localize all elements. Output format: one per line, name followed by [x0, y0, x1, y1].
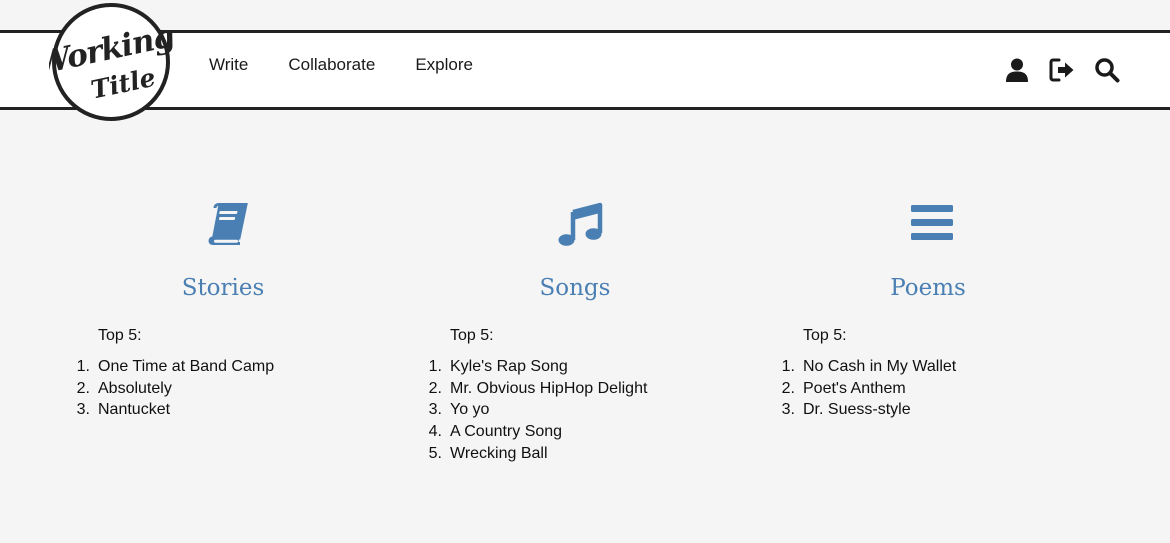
list-item: 4. A Country Song: [420, 421, 647, 443]
stories-top-list: 1. One Time at Band Camp 2. Absolutely 3. N…: [68, 356, 274, 421]
navbar: Write Collaborate Explore: [0, 30, 1170, 110]
list-item-label[interactable]: Nantucket: [98, 399, 170, 421]
list-item-number: 2.: [428, 379, 442, 397]
list-item-label[interactable]: Mr. Obvious HipHop Delight: [450, 378, 647, 400]
poems-top-label: Top 5:: [803, 327, 847, 344]
list-item-label[interactable]: Poet's Anthem: [803, 378, 906, 400]
list-item-number: 5.: [428, 444, 442, 462]
poems-top-list: 1. No Cash in My Wallet 2. Poet's Anthem 3…: [773, 356, 957, 421]
music-icon[interactable]: [557, 200, 605, 248]
stories-title[interactable]: Stories: [123, 275, 323, 301]
list-item-label[interactable]: Dr. Suess-style: [803, 399, 911, 421]
list-item-number: 1.: [76, 358, 90, 375]
search-icon[interactable]: [1094, 57, 1120, 83]
list-item: 3. Nantucket: [68, 399, 274, 421]
nav-link-explore[interactable]: Explore: [415, 56, 473, 73]
songs-top-label: Top 5:: [450, 327, 494, 344]
nav-link-collaborate[interactable]: Collaborate: [288, 56, 375, 73]
sign-out-icon[interactable]: [1049, 57, 1075, 83]
list-item: 2. Mr. Obvious HipHop Delight: [420, 378, 648, 400]
list-item: 3. Dr. Suess-style: [773, 399, 956, 421]
list-item-label[interactable]: Wrecking Ball: [450, 443, 548, 465]
list-item-number: 3.: [781, 401, 795, 419]
songs-title[interactable]: Songs: [475, 275, 675, 301]
list-item-number: 2.: [76, 379, 90, 397]
poems-title[interactable]: Poems: [828, 275, 1028, 301]
book-icon[interactable]: [205, 200, 253, 248]
list-item-number: 1.: [428, 358, 442, 375]
songs-top-list: 1. Kyle's Rap Song 2. Mr. Obvious HipHop D…: [420, 356, 648, 465]
nav-link-write[interactable]: Write: [209, 56, 248, 73]
list-item-number: 3.: [428, 401, 442, 419]
list-item-label[interactable]: No Cash in My Wallet: [803, 356, 956, 378]
user-icon[interactable]: [1004, 57, 1030, 83]
category-columns: Stories Top 5: 1. One Time at Band Camp 2…: [0, 110, 1170, 543]
list-item-label[interactable]: One Time at Band Camp: [98, 356, 274, 378]
list-item-label[interactable]: Yo yo: [450, 399, 489, 421]
list-item: 3. Yo yo: [420, 399, 647, 421]
list-item-number: 3.: [76, 401, 90, 419]
nav-links: Write Collaborate Explore: [209, 33, 513, 107]
nav-icons: [985, 57, 1120, 83]
list-item-label[interactable]: Kyle's Rap Song: [450, 356, 568, 378]
list-item-label[interactable]: A Country Song: [450, 421, 562, 443]
column-poems: Poems Top 5: 1. No Cash in My Wallet 2. Po…: [768, 110, 1088, 543]
list-item: 2. Absolutely: [68, 378, 274, 400]
brand-logo[interactable]: Working Title: [33, 0, 177, 124]
list-item: 5. Wrecking Ball: [420, 443, 647, 465]
list-item: 1. Kyle's Rap Song: [420, 356, 647, 378]
list-item-label[interactable]: Absolutely: [98, 378, 172, 400]
list-item: 1. No Cash in My Wallet: [773, 356, 957, 378]
list-item: 1. One Time at Band Camp: [68, 356, 274, 378]
stories-top-label: Top 5:: [98, 327, 142, 344]
bars-icon[interactable]: [908, 200, 956, 248]
list-item-number: 1.: [781, 358, 795, 375]
list-item-number: 2.: [781, 379, 795, 397]
list-item-number: 4.: [428, 423, 442, 441]
list-item: 2. Poet's Anthem: [773, 378, 956, 400]
column-stories: Stories Top 5: 1. One Time at Band Camp 2…: [63, 110, 383, 543]
column-songs: Songs Top 5: 1. Kyle's Rap Song 2. Mr. Obv…: [415, 110, 735, 543]
